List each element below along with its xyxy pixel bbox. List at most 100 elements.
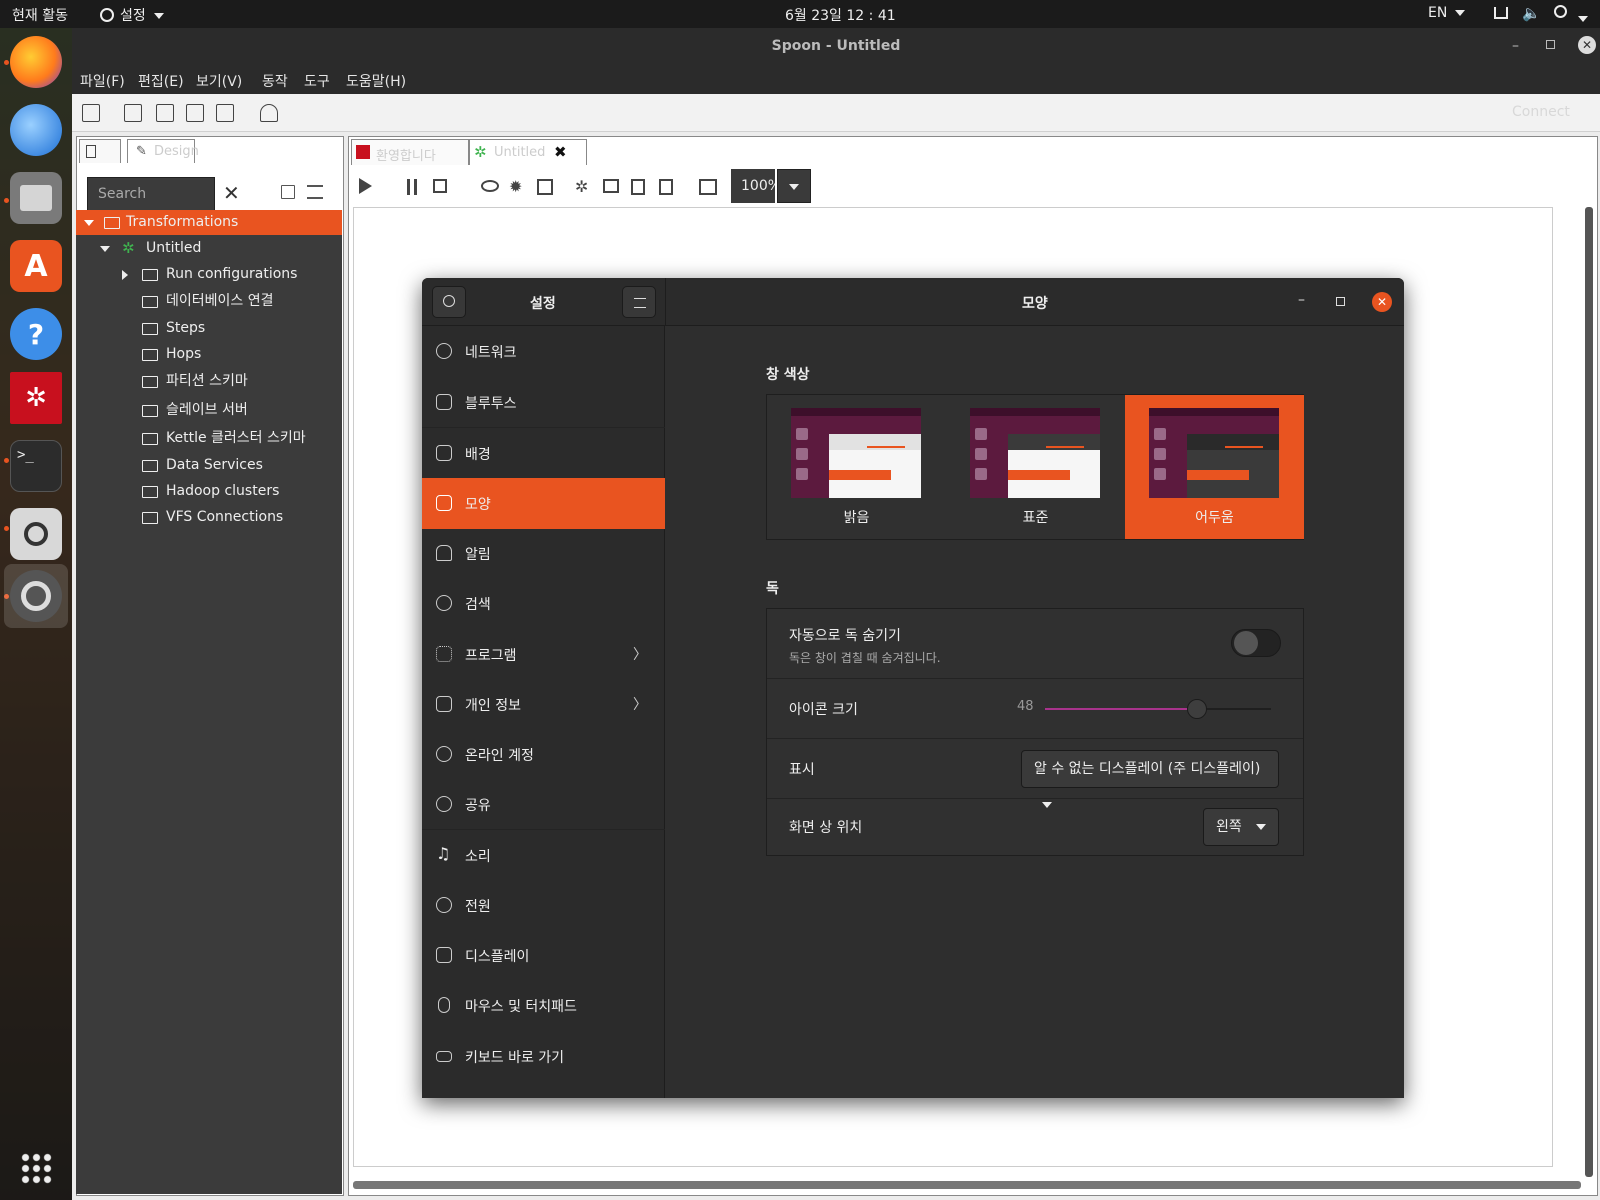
theme-option-light[interactable]: 밝음 — [767, 395, 946, 539]
debug-icon[interactable]: ✹ — [509, 177, 522, 196]
sidebar-item-privacy[interactable]: 개인 정보 〉 — [422, 679, 665, 730]
menu-action[interactable]: 동작 — [262, 71, 288, 91]
language-indicator[interactable]: EN — [1428, 5, 1466, 21]
spoon-icon[interactable]: ✲ — [10, 372, 62, 424]
zoom-field[interactable]: 100% — [731, 169, 775, 203]
sql-icon[interactable] — [631, 179, 645, 195]
sidebar-item-search[interactable]: 검색 — [422, 578, 665, 629]
explore-db-icon[interactable] — [659, 179, 673, 195]
chevron-down-icon[interactable] — [1578, 11, 1588, 27]
firefox-icon[interactable] — [10, 36, 62, 88]
collapse-all-icon[interactable] — [281, 185, 295, 199]
tree-item[interactable]: Run configurations — [76, 262, 342, 287]
new-file-icon[interactable] — [82, 104, 100, 122]
tree-item[interactable]: Steps — [76, 316, 342, 341]
tab-view[interactable] — [79, 139, 121, 163]
position-dropdown[interactable]: 왼쪽 — [1203, 808, 1279, 846]
tree-item-untitled[interactable]: ✲ Untitled — [76, 236, 342, 261]
app-menu[interactable]: 설정 — [100, 5, 164, 25]
software-icon[interactable]: A — [10, 240, 62, 292]
search-input[interactable]: Search — [87, 177, 215, 211]
activities-button[interactable]: 현재 활동 — [12, 5, 68, 25]
save-icon[interactable] — [186, 104, 204, 122]
theme-option-dark[interactable]: 어두움 — [1125, 395, 1304, 539]
vertical-scrollbar[interactable] — [1585, 207, 1593, 1177]
menu-help[interactable]: 도움말(H) — [346, 71, 406, 91]
network-icon[interactable] — [1494, 7, 1508, 19]
close-button[interactable]: ✕ — [1372, 292, 1392, 312]
horizontal-scrollbar[interactable] — [353, 1181, 1581, 1189]
tree-label: 데이터베이스 연결 — [166, 293, 274, 309]
layers-icon[interactable] — [260, 104, 278, 122]
open-file-icon[interactable] — [124, 104, 142, 122]
theme-option-standard[interactable]: 표준 — [946, 395, 1125, 539]
display-dropdown[interactable]: 알 수 없는 디스플레이 (주 디스플레이) — [1021, 750, 1279, 808]
sidebar-item-appearance[interactable]: 모양 — [422, 478, 665, 529]
sidebar-item-background[interactable]: 배경 — [422, 428, 665, 479]
sidebar-item-notifications[interactable]: 알림 — [422, 528, 665, 579]
minimize-button[interactable]: – — [1298, 292, 1305, 308]
menu-file[interactable]: 파일(F) — [80, 71, 125, 91]
sidebar-item-online-accounts[interactable]: 온라인 계정 — [422, 729, 665, 780]
show-apps-icon[interactable] — [20, 1152, 52, 1184]
image-viewer-icon[interactable] — [10, 508, 62, 560]
replay-icon[interactable] — [537, 179, 553, 195]
run-icon[interactable] — [359, 178, 372, 194]
volume-icon[interactable]: 🔈 — [1522, 4, 1541, 22]
connect-button[interactable]: Connect — [1512, 104, 1570, 120]
zoom-dropdown-button[interactable] — [777, 169, 811, 203]
explore-repository-icon[interactable] — [156, 104, 174, 122]
tree-item[interactable]: 파티션 스키마 — [76, 369, 342, 394]
icon-size-slider[interactable] — [1045, 699, 1271, 719]
sidebar-item-keyboard[interactable]: 키보드 바로 가기 — [422, 1031, 665, 1082]
settings-app-icon[interactable] — [10, 570, 62, 622]
files-icon[interactable] — [10, 172, 62, 224]
tree-item[interactable]: Data Services — [76, 453, 342, 478]
terminal-icon[interactable]: >_ — [10, 440, 62, 492]
verify-icon[interactable]: ✲ — [575, 177, 588, 196]
preview-icon[interactable] — [481, 180, 499, 192]
thunderbird-icon[interactable] — [10, 104, 62, 156]
tree-item[interactable]: Hadoop clusters — [76, 479, 342, 504]
stop-icon[interactable] — [433, 179, 447, 193]
sidebar-item-displays[interactable]: 디스플레이 — [422, 930, 665, 981]
clear-search-icon[interactable]: ✕ — [223, 181, 240, 205]
tree-item[interactable]: 데이터베이스 연결 — [76, 289, 342, 314]
show-results-icon[interactable] — [699, 179, 717, 195]
sidebar-item-mouse[interactable]: 마우스 및 터치패드 — [422, 980, 665, 1031]
sidebar-item-applications[interactable]: 프로그램 〉 — [422, 629, 665, 680]
close-tab-icon[interactable]: ✖ — [554, 143, 567, 161]
sidebar-item-sound[interactable]: ♫ 소리 — [422, 830, 665, 881]
expand-all-icon[interactable] — [307, 185, 323, 199]
tree-item[interactable]: VFS Connections — [76, 505, 342, 530]
close-button[interactable]: ✕ — [1578, 36, 1596, 54]
pause-icon[interactable] — [407, 179, 417, 195]
power-icon[interactable] — [1554, 5, 1567, 18]
maximize-button[interactable] — [1546, 40, 1555, 49]
tab-design[interactable]: ✎ Design — [127, 139, 199, 163]
search-button[interactable] — [432, 286, 466, 318]
tab-welcome[interactable]: 환영합니다 — [351, 139, 469, 165]
clock[interactable]: 6월 23일 12 : 41 — [785, 5, 896, 25]
tab-untitled[interactable]: ✲ Untitled ✖ — [469, 139, 587, 165]
autohide-toggle[interactable] — [1231, 629, 1281, 657]
maximize-button[interactable] — [1336, 297, 1345, 306]
menu-view[interactable]: 보기(V) — [196, 71, 242, 91]
menu-button[interactable] — [622, 286, 656, 318]
sidebar-item-power[interactable]: 전원 — [422, 880, 665, 931]
sidebar-item-sharing[interactable]: 공유 — [422, 779, 665, 830]
help-icon[interactable]: ? — [10, 308, 62, 360]
autohide-row[interactable]: 자동으로 독 숨기기 독은 창이 겹칠 때 숨겨집니다. — [767, 609, 1303, 679]
tree-item-transformations[interactable]: Transformations — [76, 210, 342, 235]
save-as-icon[interactable] — [216, 104, 234, 122]
sidebar-item-bluetooth[interactable]: 블루투스 — [422, 377, 665, 428]
sidebar-item-network[interactable]: 네트워크 — [422, 326, 665, 377]
tree-item[interactable]: Hops — [76, 342, 342, 367]
menu-edit[interactable]: 편집(E) — [138, 71, 184, 91]
menu-tools[interactable]: 도구 — [304, 71, 330, 91]
slider-handle[interactable] — [1187, 699, 1207, 719]
minimize-button[interactable]: – — [1512, 38, 1519, 54]
tree-item[interactable]: Kettle 클러스터 스키마 — [76, 426, 342, 451]
tree-item[interactable]: 슬레이브 서버 — [76, 398, 342, 423]
impact-icon[interactable] — [603, 179, 619, 193]
